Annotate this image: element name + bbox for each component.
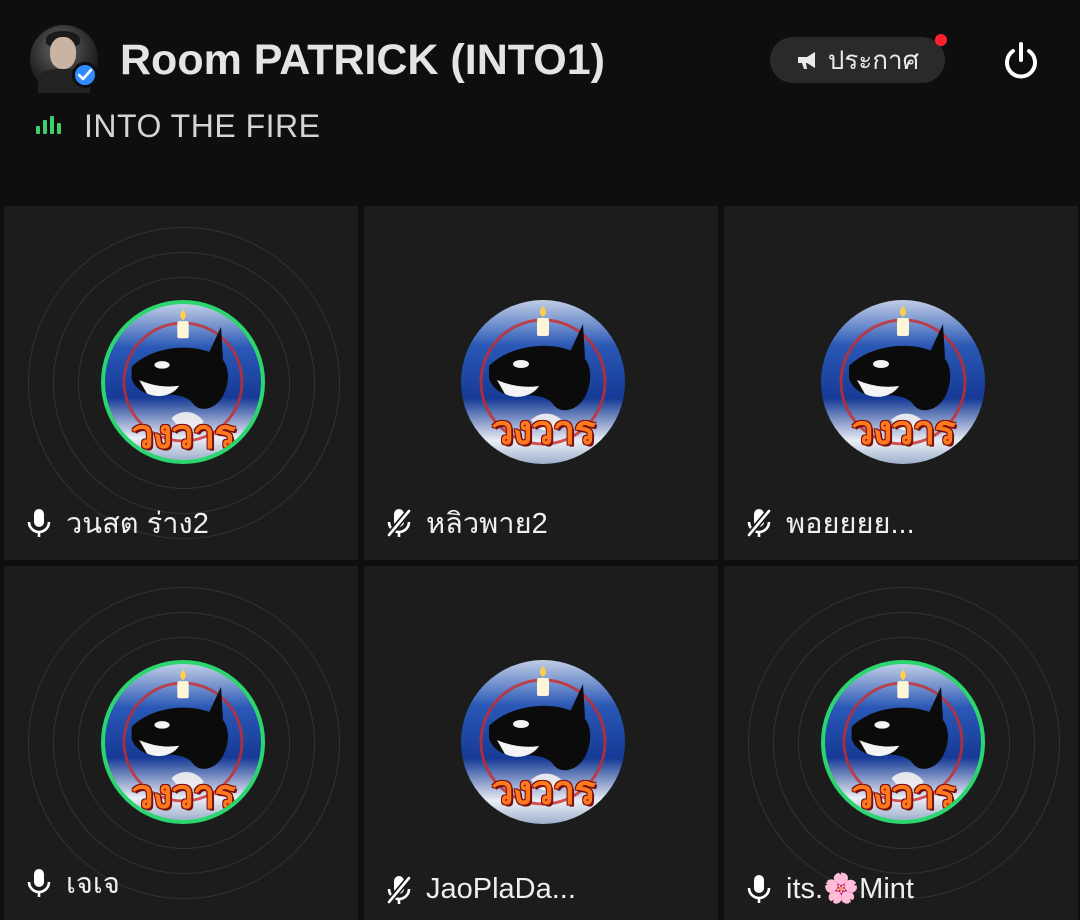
- participant-label: JaoPlaDa...: [386, 873, 576, 906]
- participant-avatar[interactable]: วงวาร: [821, 660, 985, 824]
- avatar-caption: วงวาร: [491, 408, 595, 454]
- participant-avatar[interactable]: วงวาร: [461, 660, 625, 824]
- avatar-caption: วงวาร: [131, 772, 235, 818]
- mic-muted-icon: [386, 508, 412, 538]
- participant-tile[interactable]: วงวาร JaoPlaDa...: [364, 566, 718, 920]
- room-header: Room PATRICK (INTO1) INTO THE FIRE ประกา…: [0, 0, 1080, 200]
- participant-avatar[interactable]: วงวาร: [101, 300, 265, 464]
- room-title: Room PATRICK (INTO1): [120, 36, 605, 84]
- avatar-caption: วงวาร: [851, 772, 955, 818]
- power-icon[interactable]: [1000, 40, 1042, 82]
- participant-avatar[interactable]: วงวาร: [101, 660, 265, 824]
- participant-avatar[interactable]: วงวาร: [461, 300, 625, 464]
- participant-tile[interactable]: วงวาร เจเจ: [4, 566, 358, 920]
- room-topic: INTO THE FIRE: [84, 108, 321, 144]
- participant-tile[interactable]: วงวาร หลิวพาย2: [364, 206, 718, 560]
- mic-icon: [27, 869, 51, 897]
- participant-tile[interactable]: วงวาร วนสต ร่าง2: [4, 206, 358, 560]
- avatar-caption: วงวาร: [491, 768, 595, 814]
- participant-tile[interactable]: วงวาร พอยยยย...: [724, 206, 1078, 560]
- participant-label: หลิวพาย2: [386, 500, 548, 546]
- verified-badge-icon: [72, 62, 98, 88]
- participant-label: its.🌸Mint: [746, 872, 914, 906]
- equalizer-icon: [36, 115, 64, 138]
- host-avatar-face: [50, 37, 76, 69]
- participant-name: JaoPlaDa...: [426, 873, 576, 905]
- avatar-caption: วงวาร: [851, 408, 955, 454]
- participant-name: พอยยยย...: [786, 508, 915, 540]
- participant-avatar[interactable]: วงวาร: [821, 300, 985, 464]
- participant-tile[interactable]: วงวาร its.🌸Mint: [724, 566, 1078, 920]
- participant-name: หลิวพาย2: [426, 508, 548, 540]
- participant-label: วนสต ร่าง2: [26, 500, 209, 546]
- participant-name: its.🌸Mint: [786, 873, 914, 905]
- participant-grid: วงวาร วนสต ร่าง2 วงวาร หลิวพาย2 วงวาร พอ…: [0, 204, 1080, 920]
- avatar-caption: วงวาร: [131, 412, 235, 458]
- room-topic-row: INTO THE FIRE: [36, 108, 320, 145]
- participant-label: พอยยยย...: [746, 500, 915, 546]
- mic-icon: [747, 875, 771, 903]
- notification-dot: [935, 34, 947, 46]
- participant-label: เจเจ: [26, 860, 120, 906]
- mic-icon: [27, 509, 51, 537]
- announce-label: ประกาศ: [827, 44, 920, 75]
- mic-muted-icon: [746, 508, 772, 538]
- participant-name: วนสต ร่าง2: [66, 508, 209, 540]
- mic-muted-icon: [386, 874, 412, 905]
- announce-button[interactable]: ประกาศ: [770, 34, 947, 83]
- megaphone-icon: [797, 52, 815, 69]
- participant-name: เจเจ: [66, 868, 120, 900]
